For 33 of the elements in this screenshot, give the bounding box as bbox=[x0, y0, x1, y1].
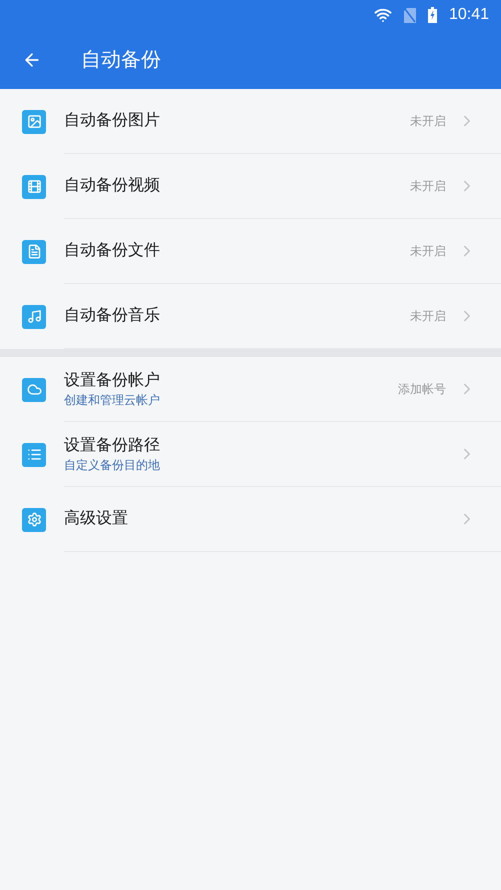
row-title: 设置备份路径 bbox=[64, 436, 161, 456]
row-status: 添加帐号 bbox=[398, 381, 446, 398]
settings-icon bbox=[22, 508, 46, 532]
page-title: 自动备份 bbox=[81, 48, 161, 72]
row-title: 设置备份帐户 bbox=[64, 370, 161, 391]
settings-row[interactable]: 高级设置 bbox=[0, 487, 501, 552]
settings-row[interactable]: 设置备份路径 自定义备份目的地 bbox=[0, 422, 501, 487]
settings-row[interactable]: 自动备份文件 未开启 bbox=[0, 219, 501, 284]
row-title: 自动备份视频 bbox=[64, 176, 161, 196]
row-subtitle: 创建和管理云帐户 bbox=[64, 392, 161, 408]
row-status: 未开启 bbox=[410, 178, 446, 195]
row-status: 未开启 bbox=[410, 113, 446, 130]
film-icon bbox=[22, 174, 46, 198]
wifi-icon bbox=[374, 6, 392, 24]
row-subtitle: 自定义备份目的地 bbox=[64, 457, 161, 473]
settings-row[interactable]: 设置备份帐户 创建和管理云帐户 添加帐号 bbox=[0, 357, 501, 422]
file-icon bbox=[22, 240, 46, 264]
music-note-icon bbox=[22, 304, 46, 328]
row-title: 高级设置 bbox=[64, 508, 129, 529]
row-title: 自动备份音乐 bbox=[64, 306, 161, 326]
list-icon bbox=[22, 442, 46, 466]
no-sim-icon bbox=[404, 8, 416, 22]
image-icon bbox=[22, 110, 46, 134]
settings-row[interactable]: 自动备份图片 未开启 bbox=[0, 89, 501, 154]
row-title: 自动备份图片 bbox=[64, 110, 161, 131]
settings-row[interactable]: 自动备份音乐 未开启 bbox=[0, 284, 501, 349]
clock-time: 10:41 bbox=[448, 5, 489, 25]
cloud-icon bbox=[22, 378, 46, 402]
battery-icon bbox=[428, 7, 437, 23]
row-title: 自动备份文件 bbox=[64, 240, 161, 261]
row-status: 未开启 bbox=[410, 308, 446, 325]
row-status: 未开启 bbox=[410, 243, 446, 260]
settings-row[interactable]: 自动备份视频 未开启 bbox=[0, 154, 501, 219]
